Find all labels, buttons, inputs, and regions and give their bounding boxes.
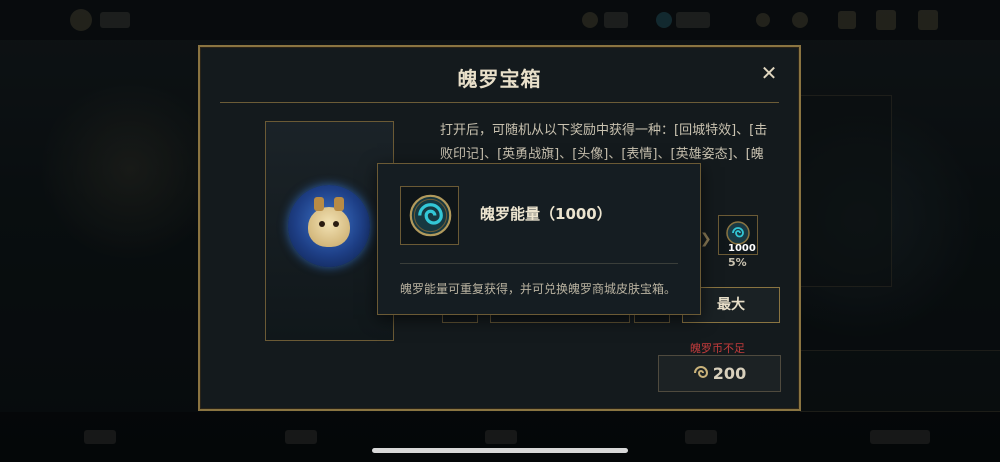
close-button[interactable]: ✕: [757, 61, 781, 85]
chest-preview: [265, 121, 394, 341]
item-tooltip: 魄罗能量（1000） 魄罗能量可重复获得，并可兑换魄罗商城皮肤宝箱。: [377, 163, 701, 315]
poro-coin-icon: [693, 366, 708, 378]
poro-chest-icon: [288, 185, 370, 267]
poro-body: [308, 197, 350, 247]
poro-energy-icon: [409, 194, 452, 237]
chevron-right-icon: ❯: [700, 231, 712, 247]
tooltip-item-frame: [400, 186, 459, 245]
reward-chance: 5%: [728, 256, 747, 269]
purchase-button[interactable]: 200: [658, 355, 781, 392]
tooltip-description: 魄罗能量可重复获得，并可兑换魄罗商城皮肤宝箱。: [400, 282, 677, 296]
reward-quantity: 1000: [728, 243, 756, 254]
insufficient-coins-warning: 魄罗币不足: [690, 342, 745, 355]
poro-horn: [314, 197, 324, 211]
poro-horn: [334, 197, 344, 211]
title-divider: [220, 102, 779, 103]
dialog-title: 魄罗宝箱: [457, 67, 542, 91]
poro-eye: [333, 221, 339, 227]
swirl-icon: [726, 221, 750, 245]
home-indicator[interactable]: [372, 448, 628, 453]
price-label: 200: [712, 364, 747, 383]
tooltip-divider: [400, 263, 678, 264]
poro-eye: [319, 221, 325, 227]
tooltip-title: 魄罗能量（1000）: [480, 205, 612, 223]
